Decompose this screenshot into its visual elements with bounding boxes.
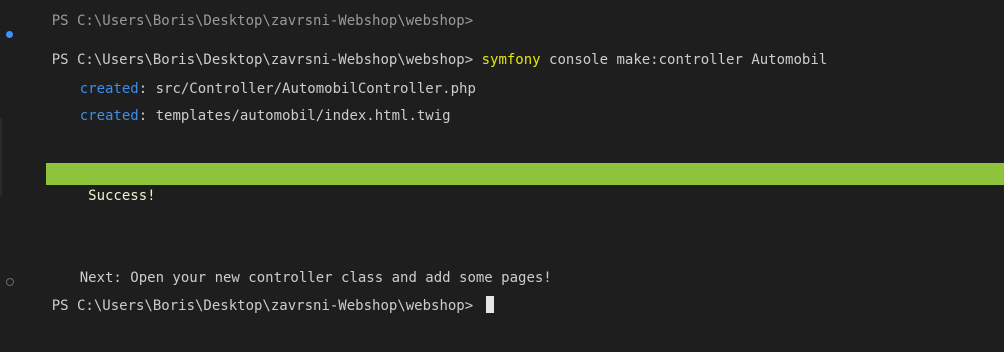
created-line-2: created: templates/automobil/index.html.…: [46, 83, 451, 124]
created-line-1: created: src/Controller/AutomobilControl…: [46, 56, 476, 97]
created-label: created: [79, 108, 139, 124]
command-arguments: console make:controller Automobil: [540, 52, 828, 68]
command-success-marker-icon[interactable]: [6, 31, 13, 38]
current-prompt-line[interactable]: PS C:\Users\Boris\Desktop\zavrsni-Websho…: [18, 273, 494, 314]
text-cursor: [485, 296, 494, 313]
command-line: PS C:\Users\Boris\Desktop\zavrsni-Websho…: [18, 27, 827, 68]
success-banner: Success!: [46, 163, 1004, 204]
current-prompt-text: PS C:\Users\Boris\Desktop\zavrsni-Websho…: [51, 298, 482, 314]
created-path: : templates/automobil/index.html.twig: [138, 108, 451, 124]
terminal-panel[interactable]: PS C:\Users\Boris\Desktop\zavrsni-Websho…: [0, 0, 1004, 352]
scrolled-prompt-line: PS C:\Users\Boris\Desktop\zavrsni-Websho…: [18, 0, 473, 29]
command-name: symfony: [481, 52, 541, 68]
success-text: Success!: [79, 188, 156, 204]
left-divider: [0, 118, 2, 196]
command-pending-marker-icon[interactable]: [6, 278, 14, 286]
next-steps-line: Next: Open your new controller class and…: [46, 245, 552, 286]
